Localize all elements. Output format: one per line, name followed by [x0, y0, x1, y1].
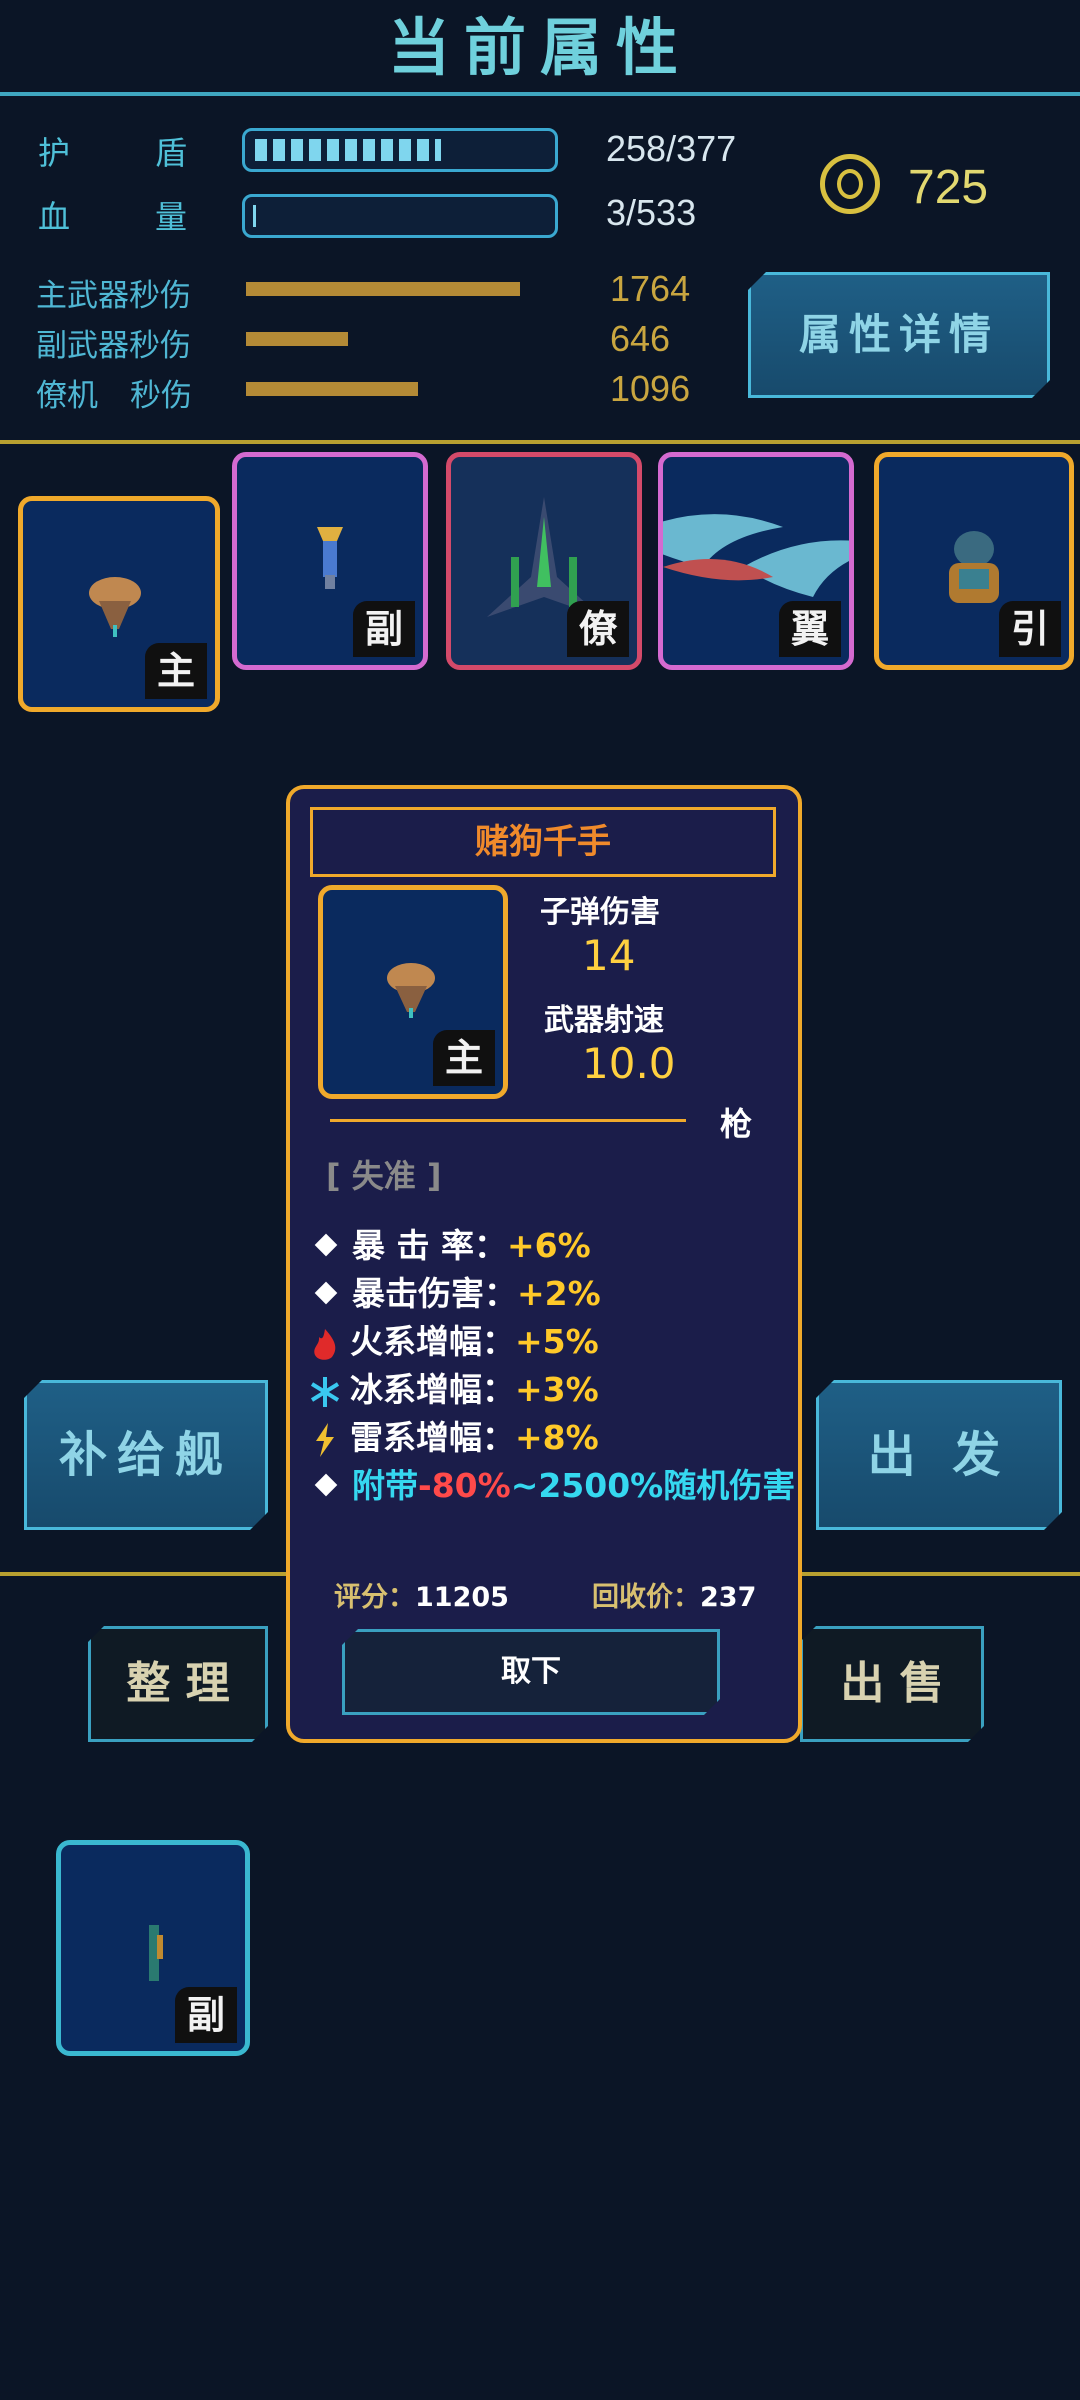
diamond-icon	[314, 1473, 338, 1497]
equip-slot-main[interactable]: 主	[18, 496, 220, 712]
shield-segment	[273, 139, 285, 161]
attr-ice-boost: 冰系增幅：+3%	[310, 1363, 599, 1409]
coin-count: 725	[908, 161, 989, 214]
slot-tag-engine: 引	[999, 601, 1061, 657]
ice-icon	[310, 1375, 340, 1409]
fire-rate-value: 10.0	[582, 1039, 676, 1088]
shield-segment	[381, 139, 393, 161]
equip-slot-wing[interactable]: 翼	[623, 452, 893, 670]
header-divider	[0, 92, 1080, 96]
slot-tag-sub: 副	[353, 601, 415, 657]
item-name: 赌狗千手	[310, 807, 776, 877]
dps-sub-value: 646	[610, 318, 671, 359]
inventory-tag: 副	[175, 1987, 237, 2043]
shield-segment	[417, 139, 429, 161]
dps-wing-value: 1096	[610, 368, 691, 409]
bullet-damage-value: 14	[582, 931, 636, 980]
fire-icon	[310, 1327, 340, 1361]
lightning-icon	[310, 1422, 340, 1457]
attr-fire-boost: 火系增幅：+5%	[310, 1315, 599, 1361]
unequip-button[interactable]: 取下	[342, 1629, 720, 1715]
shield-segment	[345, 139, 357, 161]
diamond-icon	[314, 1233, 338, 1257]
equip-slot-engine[interactable]: 引	[874, 452, 1074, 670]
shield-label-b: 盾	[155, 134, 190, 172]
sort-button[interactable]: 整 理	[88, 1626, 268, 1742]
attr-special: 附带-80%~2500%随机伤害	[310, 1459, 795, 1505]
hp-label-a: 血	[38, 198, 73, 236]
dps-wing-label-a: 僚机	[36, 378, 98, 414]
supply-ship-button[interactable]: 补给舰	[24, 1380, 268, 1530]
page-title: 当前属性	[387, 11, 692, 84]
dps-sub-bar	[246, 332, 348, 346]
shield-label-a: 护	[38, 134, 73, 172]
quality-label: [ 失准 ]	[326, 1157, 442, 1195]
sell-button[interactable]: 出 售	[800, 1626, 984, 1742]
slot-tag-wingman: 僚	[567, 601, 629, 657]
item-tag: 主	[433, 1030, 495, 1086]
dps-main-bar	[246, 282, 520, 296]
slot-tag-wing: 翼	[779, 601, 841, 657]
diamond-icon	[314, 1281, 338, 1305]
shield-segment	[435, 139, 441, 161]
equip-slot-sub[interactable]: 副	[232, 452, 428, 670]
dps-sub-label: 副武器秒伤	[36, 328, 191, 364]
shield-segment	[291, 139, 303, 161]
weapon-type: 枪	[720, 1105, 753, 1143]
attr-lightning-boost: 雷系增幅：+8%	[310, 1411, 599, 1457]
dps-main-label: 主武器秒伤	[36, 278, 191, 314]
slot-tag-main: 主	[145, 643, 207, 699]
inventory-item[interactable]: 副	[56, 1840, 250, 2056]
coin-icon	[820, 154, 880, 214]
shield-segment	[255, 139, 267, 161]
divider	[330, 1119, 686, 1122]
recycle-price: 回收价：237	[592, 1582, 757, 1613]
bullet-damage-label: 子弹伤害	[540, 895, 660, 930]
score: 评分：11205	[334, 1582, 509, 1613]
shield-segment	[399, 139, 411, 161]
item-icon-frame: 主	[318, 885, 508, 1099]
dps-wing-bar	[246, 382, 418, 396]
shield-segment	[309, 139, 321, 161]
item-detail-popup: 赌狗千手 主 子弹伤害 14 武器射速 10.0 枪 [ 失准 ] 暴 击 率：…	[286, 785, 802, 1743]
shield-segment	[363, 139, 375, 161]
attr-crit-damage: 暴击伤害：+2%	[310, 1267, 601, 1313]
fire-rate-label: 武器射速	[544, 1003, 664, 1038]
shield-segment	[327, 139, 339, 161]
dps-main-value: 1764	[610, 268, 691, 309]
hp-bar	[242, 194, 558, 238]
hp-value: 3/533	[606, 192, 697, 233]
section-divider	[0, 440, 1080, 444]
shield-bar	[242, 128, 558, 172]
dps-wing-label-b: 秒伤	[130, 378, 192, 414]
hp-label-b: 量	[155, 198, 190, 236]
depart-button[interactable]: 出 发	[816, 1380, 1062, 1530]
attr-crit-rate: 暴 击 率：+6%	[310, 1219, 591, 1265]
shield-value: 258/377	[606, 128, 737, 169]
equip-slot-wingman[interactable]: 僚	[446, 452, 642, 670]
attribute-details-button[interactable]: 属性详情	[748, 272, 1050, 398]
